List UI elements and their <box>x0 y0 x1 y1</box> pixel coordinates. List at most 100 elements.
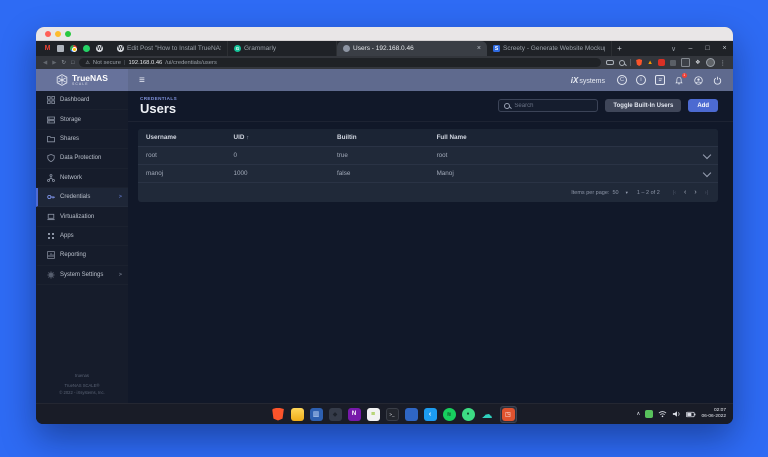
sidebar-item-network[interactable]: Network <box>36 169 128 188</box>
battery-icon[interactable] <box>686 411 696 418</box>
feedback-icon[interactable] <box>655 75 665 85</box>
minimize-button[interactable]: – <box>682 45 699 52</box>
tab-close-icon[interactable]: × <box>477 45 481 52</box>
new-tab-button[interactable]: + <box>612 44 627 53</box>
docs-pinned-tab-icon[interactable] <box>57 45 64 52</box>
whatsapp-pinned-tab-icon[interactable] <box>83 45 90 52</box>
tab-search-icon[interactable]: ∨ <box>665 45 682 53</box>
close-traffic-light[interactable] <box>45 31 51 37</box>
sidebar-item-label: Network <box>60 175 82 181</box>
search-input[interactable] <box>514 103 592 109</box>
chrome-pinned-tab-icon[interactable] <box>70 45 77 52</box>
warning-extension-icon[interactable]: ▲ <box>647 60 653 66</box>
expand-row-chevron-icon[interactable] <box>703 169 711 177</box>
tray-app-icon[interactable] <box>645 410 653 418</box>
system-tray: ∧ 02:07 06-06-2022 <box>636 404 726 424</box>
close-button[interactable]: × <box>716 45 733 52</box>
sidebar-item-credentials[interactable]: Credentials > <box>36 188 128 207</box>
dark-app-icon[interactable]: ◆ <box>329 408 342 421</box>
blue-app-icon[interactable] <box>405 408 418 421</box>
gmail-pinned-tab-icon[interactable]: M <box>44 45 51 52</box>
table-row-manoj[interactable]: manoj 1000 false Manoj <box>138 164 718 182</box>
zoom-icon[interactable] <box>619 60 625 66</box>
sidebar-item-apps[interactable]: Apps <box>36 227 128 246</box>
spotify-icon[interactable]: ≋ <box>443 408 456 421</box>
sidebar-item-storage[interactable]: Storage <box>36 110 128 129</box>
bookmark-icon[interactable]: □ <box>71 60 74 66</box>
table-row-root[interactable]: root 0 true root <box>138 146 718 164</box>
info-icon[interactable]: i <box>636 75 646 85</box>
windows-start-icon[interactable] <box>253 408 266 421</box>
profile-icon[interactable] <box>706 58 715 67</box>
sidebar-item-virtualization[interactable]: Virtualization <box>36 207 128 226</box>
maximize-button[interactable]: □ <box>699 45 716 52</box>
tab-screety[interactable]: S Screety - Generate Website Mockups <box>487 41 612 56</box>
adblock-shield-icon[interactable] <box>636 59 642 66</box>
snipping-tool-active-icon[interactable]: ◳ <box>502 408 515 421</box>
wordpress-pinned-tab-icon[interactable]: W <box>96 45 103 52</box>
sidebar-toggle-icon[interactable]: ≡ <box>139 75 145 86</box>
toggle-builtin-users-button[interactable]: Toggle Built-In Users <box>605 99 681 112</box>
account-icon[interactable] <box>693 75 703 85</box>
alert-count-badge: 1 <box>682 73 687 78</box>
power-icon[interactable] <box>712 75 722 85</box>
tray-overflow-chevron-icon[interactable]: ∧ <box>636 411 640 417</box>
notepad-icon[interactable]: ≡ <box>367 408 380 421</box>
brave-icon[interactable] <box>272 408 285 421</box>
items-per-page-value[interactable]: 50 <box>612 190 618 196</box>
column-uid[interactable]: UID↑ <box>234 134 338 141</box>
onenote-icon[interactable]: N <box>348 408 361 421</box>
tab-users-active[interactable]: Users - 192.168.0.46 × <box>337 41 487 56</box>
sidebar-item-dashboard[interactable]: Dashboard <box>36 91 128 110</box>
task-manager-icon[interactable]: ▥ <box>310 408 323 421</box>
last-page-icon[interactable]: ›| <box>705 190 708 196</box>
alerts-bell-icon[interactable]: 1 <box>674 75 684 85</box>
truenas-favicon <box>343 45 350 52</box>
forward-icon[interactable]: ▶ <box>52 60 56 66</box>
address-bar[interactable]: ⚠ Not secure | 192.168.0.46 /ui/credenti… <box>79 58 601 67</box>
sidebar-item-label: Shares <box>60 136 79 142</box>
muted-extension-icon[interactable] <box>670 60 676 66</box>
sidebar-item-data-protection[interactable]: Data Protection <box>36 149 128 168</box>
reporting-chart-icon <box>46 251 55 259</box>
password-key-icon[interactable] <box>606 60 614 65</box>
volume-icon[interactable] <box>672 410 681 418</box>
zoom-traffic-light[interactable] <box>65 31 71 37</box>
browser-menu-icon[interactable]: ⋮ <box>720 59 727 67</box>
terminal-icon[interactable]: >_ <box>386 408 399 421</box>
tab-grammarly[interactable]: G Grammarly <box>228 41 337 56</box>
back-icon[interactable]: ◀ <box>43 60 47 66</box>
wifi-icon[interactable] <box>658 410 667 418</box>
sidebar-item-reporting[interactable]: Reporting <box>36 246 128 265</box>
vscode-icon[interactable]: ‹ <box>424 408 437 421</box>
cloud-app-icon[interactable]: ☁ <box>481 408 494 421</box>
reload-icon[interactable]: ↻ <box>61 60 66 66</box>
app-window-icon[interactable] <box>681 58 690 67</box>
next-page-icon[interactable]: › <box>694 189 696 196</box>
screenshot-window: M W W Edit Post "How to Install TrueNAS … <box>36 27 733 424</box>
first-page-icon[interactable]: |‹ <box>673 190 676 196</box>
sidebar-item-shares[interactable]: Shares <box>36 130 128 149</box>
sidebar-item-system-settings[interactable]: System Settings > <box>36 266 128 285</box>
tab-edit-post[interactable]: W Edit Post "How to Install TrueNAS in V <box>111 41 228 56</box>
network-icon <box>46 174 55 182</box>
extensions-puzzle-icon[interactable]: ❖ <box>695 59 700 66</box>
minimize-traffic-light[interactable] <box>55 31 61 37</box>
search-box[interactable] <box>498 99 598 112</box>
green-app-icon[interactable]: ● <box>462 408 475 421</box>
expand-row-chevron-icon[interactable] <box>703 151 711 159</box>
add-user-button[interactable]: Add <box>688 99 718 112</box>
red-extension-icon[interactable] <box>658 59 665 66</box>
column-builtin[interactable]: Builtin <box>337 134 437 141</box>
sidebar-item-label: Virtualization <box>60 214 94 220</box>
truecommand-icon[interactable]: C <box>617 75 627 85</box>
brand-edition: SCALE <box>72 83 108 87</box>
column-full-name[interactable]: Full Name <box>437 134 696 141</box>
cell-builtin: true <box>337 152 437 159</box>
taskbar-clock[interactable]: 02:07 06-06-2022 <box>701 408 726 420</box>
previous-page-icon[interactable]: ‹ <box>684 189 686 196</box>
items-per-page-dropdown-icon[interactable]: ▾ <box>626 190 628 196</box>
browser-toolbar: ◀ ▶ ↻ □ ⚠ Not secure | 192.168.0.46 /ui/… <box>36 56 733 69</box>
column-username[interactable]: Username <box>146 134 234 141</box>
file-explorer-icon[interactable] <box>291 408 304 421</box>
